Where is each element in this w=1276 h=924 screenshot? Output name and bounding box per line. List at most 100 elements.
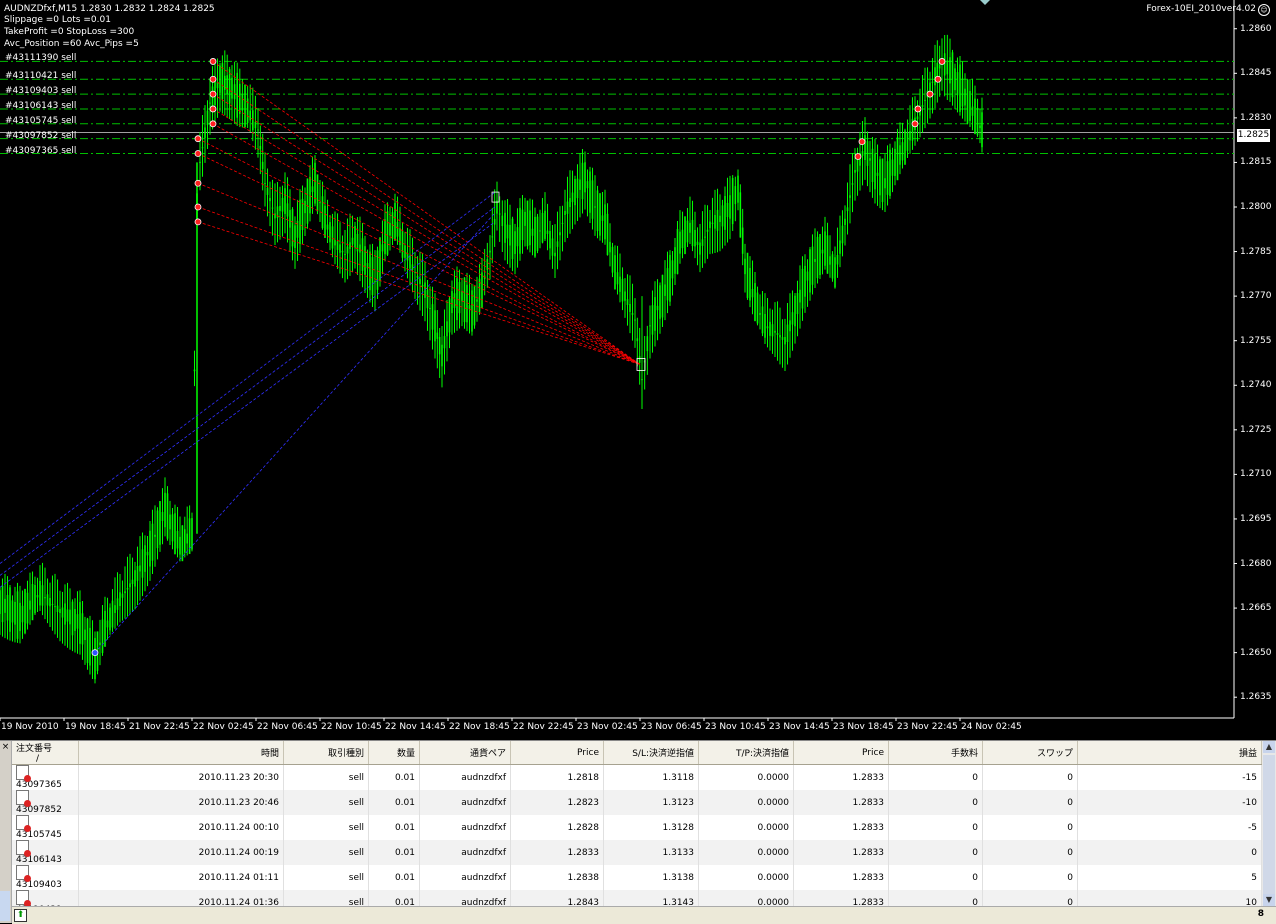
candle-body [529, 210, 531, 246]
candle-body [51, 603, 54, 605]
scrollbar-thumb[interactable] [1263, 755, 1275, 895]
total-profit: 8 [1257, 909, 1264, 919]
sell-marker-icon [194, 203, 202, 211]
table-cell: -10 [1077, 790, 1262, 815]
table-row[interactable]: 431104212010.11.24 01:36sell0.01audnzdfx… [12, 890, 1262, 906]
candle-body [359, 244, 361, 253]
candle-body [204, 127, 206, 138]
table-cell: 1.2843 [510, 890, 604, 906]
balance-arrow-icon[interactable]: ⬆ [14, 909, 27, 922]
candle-body [231, 77, 233, 99]
price-tick-label: 1.2830 [1240, 112, 1272, 123]
order-label[interactable]: #43110421 sell [5, 71, 76, 82]
candle-body [36, 594, 39, 598]
settings-line-3: Avc_Position =60 Avc_Pips =5 [4, 39, 139, 49]
candle-body [324, 205, 326, 238]
table-cell: 1.2838 [510, 865, 604, 890]
candle-body [54, 606, 56, 608]
col-header-profit[interactable]: 損益 [1077, 741, 1262, 765]
table-cell: audnzdfxf [419, 890, 511, 906]
candle-body [481, 272, 483, 308]
candle-body [689, 222, 691, 233]
candle-body [289, 210, 291, 228]
candle-body [169, 514, 171, 530]
col-header-symbol[interactable]: 通貨ペア [419, 741, 511, 765]
order-label[interactable]: #43097365 sell [5, 146, 76, 157]
col-header-swap[interactable]: スワップ [982, 741, 1078, 765]
shift-arrow-icon[interactable] [980, 0, 990, 5]
col-header-stop-loss[interactable]: S/L:決済逆指値 [603, 741, 699, 765]
cell-order-number: 43097852 [12, 790, 79, 815]
col-header-take-profit[interactable]: T/P:決済指値 [698, 741, 794, 765]
table-row[interactable]: 43097365 2010.11.23 20:30 sell 0.01 audnzdfx… [12, 764, 1262, 790]
candle-body [724, 196, 726, 230]
candle-body [896, 137, 899, 181]
smiley-icon: ☺ [1258, 4, 1270, 16]
col-header-commission[interactable]: 手数料 [888, 741, 983, 765]
candle-body [306, 178, 309, 224]
order-number: 43097365 [16, 780, 62, 790]
sell-order-icon [16, 790, 31, 807]
candle-body [39, 581, 41, 606]
col-header-volume[interactable]: 数量 [368, 741, 420, 765]
candle-body [569, 198, 571, 208]
price-chart[interactable]: AUDNZDfxf,M15 1.2830 1.2832 1.2824 1.282… [0, 0, 1276, 740]
candle-body [386, 211, 389, 255]
scroll-down-icon[interactable]: ▼ [1263, 894, 1275, 906]
close-icon[interactable]: × [1, 743, 10, 752]
terminal-tab[interactable] [0, 891, 10, 921]
table-row[interactable]: 43106143 2010.11.24 00:19 sell 0.01 audnzdfx… [12, 840, 1262, 865]
order-label[interactable]: #43097852 sell [5, 131, 76, 142]
candle-body [186, 533, 188, 544]
candle-body [594, 206, 596, 208]
candle-body [509, 224, 511, 246]
candle-body [716, 209, 719, 231]
vertical-scrollbar[interactable]: ▲ ▼ [1262, 741, 1276, 906]
candle-body [226, 75, 228, 94]
order-label[interactable]: #43109403 sell [5, 86, 76, 97]
table-row[interactable]: 43105745 2010.11.24 00:10 sell 0.01 audnzdfx… [12, 815, 1262, 840]
order-number: 43109403 [16, 880, 62, 890]
sell-order-icon [16, 765, 31, 782]
candle-body [786, 324, 789, 342]
order-label[interactable]: #43111390 sell [5, 53, 76, 64]
price-tick-label: 1.2740 [1240, 380, 1272, 391]
col-header-current-price[interactable]: Price [793, 741, 889, 765]
order-label[interactable]: #43105745 sell [5, 116, 76, 127]
col-header-time[interactable]: 時間 [78, 741, 284, 765]
candle-body [621, 278, 624, 302]
time-tick-label: 19 Nov 18:45 [65, 722, 126, 732]
candle-body [826, 235, 829, 274]
table-row[interactable]: 43109403 2010.11.24 01:11 sell 0.01 audnzdfx… [12, 865, 1262, 890]
candle-body [737, 175, 739, 203]
candle-body [321, 196, 324, 229]
candle-body [739, 192, 742, 238]
col-header-order[interactable]: 注文番号 / [12, 741, 79, 765]
sell-marker-icon [911, 120, 919, 128]
buy-marker-icon [91, 649, 99, 657]
candle-body [434, 310, 436, 342]
table-cell: 1.3143 [603, 890, 699, 906]
table-cell: 0 [888, 840, 983, 865]
col-header-open-price[interactable]: Price [510, 741, 604, 765]
candle-body [264, 183, 266, 185]
chart-canvas[interactable] [0, 0, 1276, 740]
col-header-type[interactable]: 取引種別 [283, 741, 369, 765]
scroll-up-icon[interactable]: ▲ [1263, 741, 1275, 753]
candle-body [561, 222, 564, 224]
candle-body [804, 265, 806, 297]
candle-body [616, 272, 619, 285]
candle-body [149, 530, 151, 567]
sell-marker-icon [938, 58, 946, 65]
candle-body [779, 335, 781, 338]
time-tick-label: 24 Nov 02:45 [961, 722, 1022, 732]
candle-body [74, 609, 76, 631]
order-label[interactable]: #43106143 sell [5, 101, 76, 112]
table-row[interactable]: 43097852 2010.11.23 20:46 sell 0.01 audnzdfx… [12, 790, 1262, 815]
terminal-side-bar: × [0, 741, 12, 923]
candle-body [886, 161, 889, 195]
candle-body [956, 72, 959, 96]
candle-body [84, 629, 86, 641]
candle-body [759, 313, 761, 315]
candle-body [659, 285, 661, 319]
